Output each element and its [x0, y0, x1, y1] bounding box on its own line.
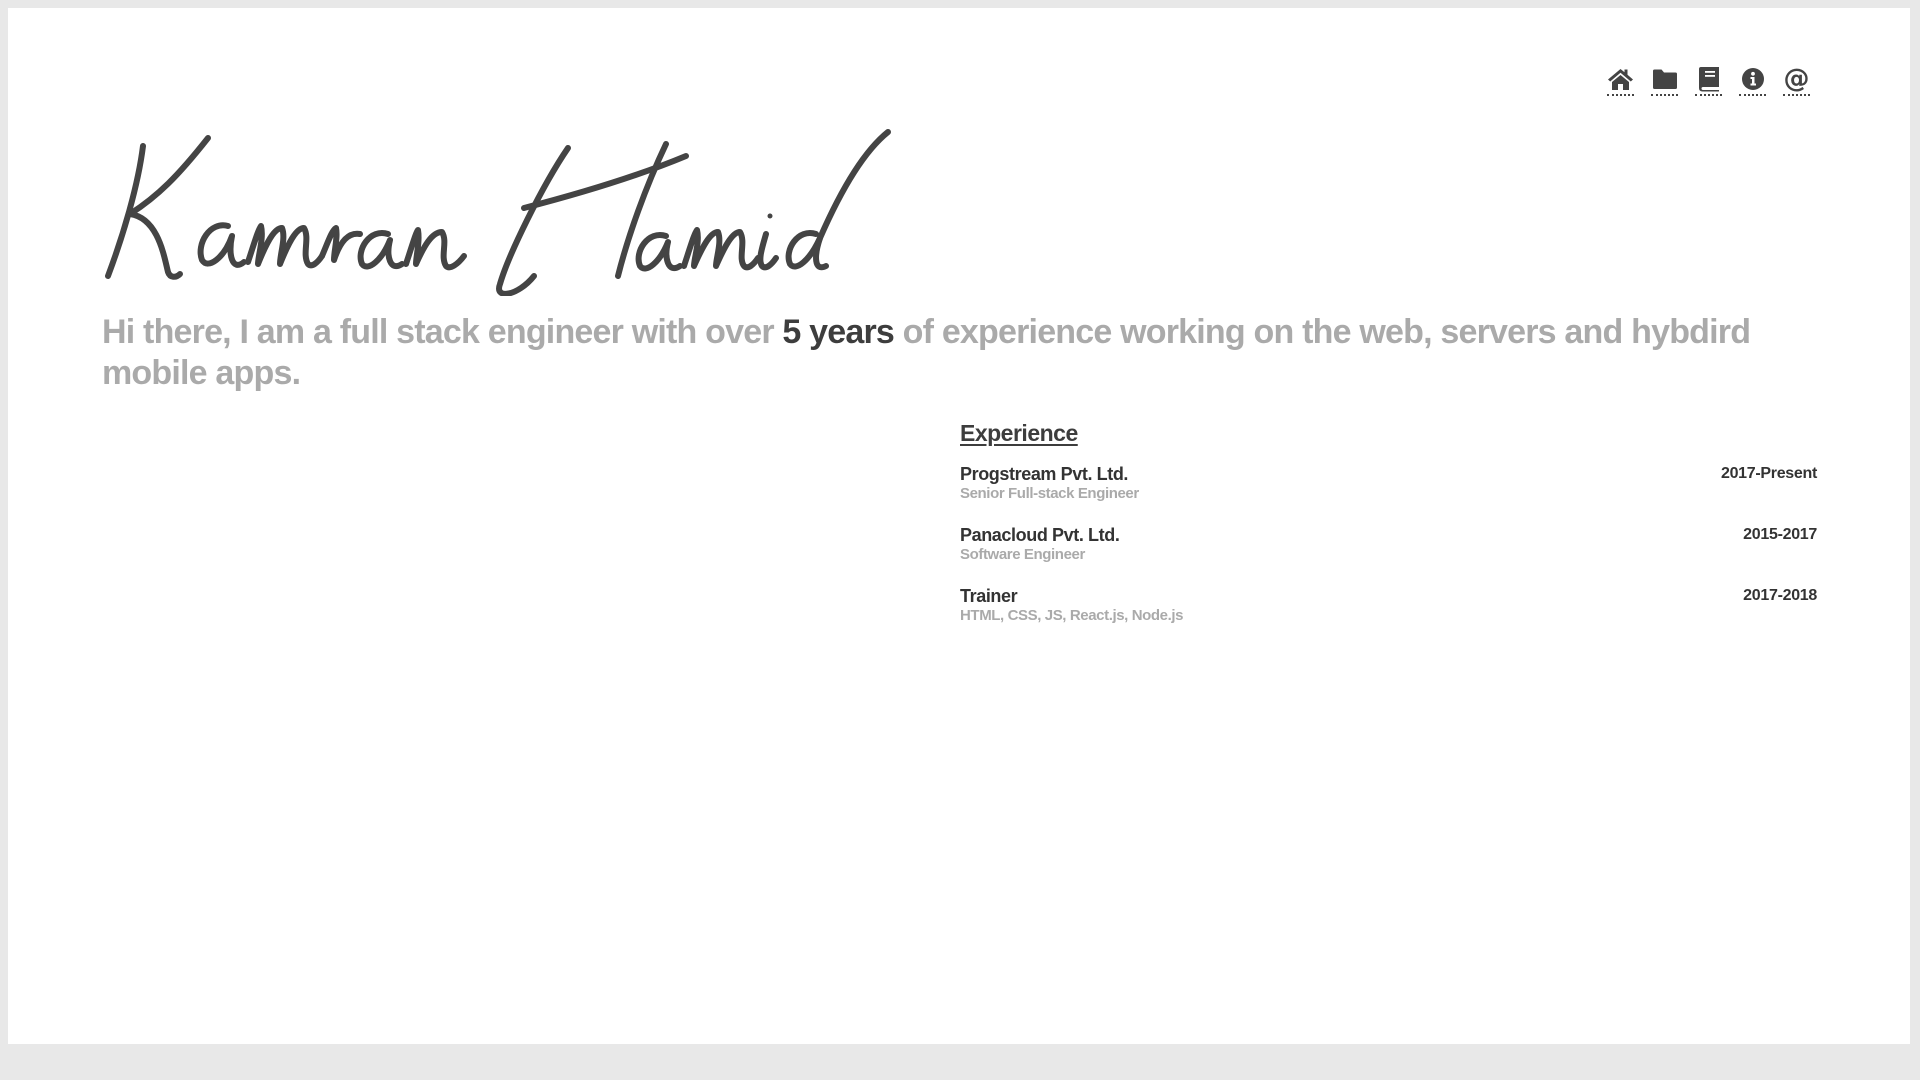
intro-highlight: 5 years [782, 313, 895, 351]
experience-years: 2015-2017 [1743, 526, 1817, 543]
experience-role: Software Engineer [960, 546, 1085, 563]
home-icon [1608, 69, 1633, 90]
experience-heading: Experience [960, 420, 1078, 446]
experience-company: Progstream Pvt. Ltd. [960, 464, 1129, 484]
folder-icon [1652, 69, 1677, 89]
intro-text: Hi there, I am a full stack engineer wit… [102, 312, 1842, 394]
experience-item: Progstream Pvt. Ltd. Senior Full-stack E… [960, 463, 1817, 524]
experience-item: Trainer HTML, CSS, JS, React.js, Node.js… [960, 585, 1817, 646]
nav-projects-link[interactable] [1651, 64, 1678, 96]
experience-company: Trainer [960, 586, 1018, 606]
nav-contact-link[interactable]: @ [1783, 64, 1810, 96]
book-icon [1698, 67, 1719, 92]
intro-before: Hi there, I am a full stack engineer wit… [102, 313, 783, 351]
experience-item: Panacloud Pvt. Ltd. Software Engineer 20… [960, 524, 1817, 585]
at-icon: @ [1783, 64, 1810, 94]
experience-company: Panacloud Pvt. Ltd. [960, 525, 1120, 545]
experience-years: 2017-2018 [1743, 587, 1817, 604]
nav-about-link[interactable] [1739, 64, 1766, 96]
experience-role: HTML, CSS, JS, React.js, Node.js [960, 607, 1184, 624]
nav-home-link[interactable] [1607, 64, 1634, 96]
nav-blog-link[interactable] [1695, 64, 1722, 96]
signature-name [105, 129, 891, 296]
page-frame: @ Hi there, I am a full stack engineer w… [8, 8, 1910, 1044]
info-icon [1741, 68, 1764, 90]
top-nav: @ [1607, 64, 1810, 96]
experience-section: Experience Progstream Pvt. Ltd. Senior F… [960, 420, 1817, 646]
experience-years: 2017-Present [1720, 465, 1817, 482]
experience-role: Senior Full-stack Engineer [960, 485, 1139, 502]
